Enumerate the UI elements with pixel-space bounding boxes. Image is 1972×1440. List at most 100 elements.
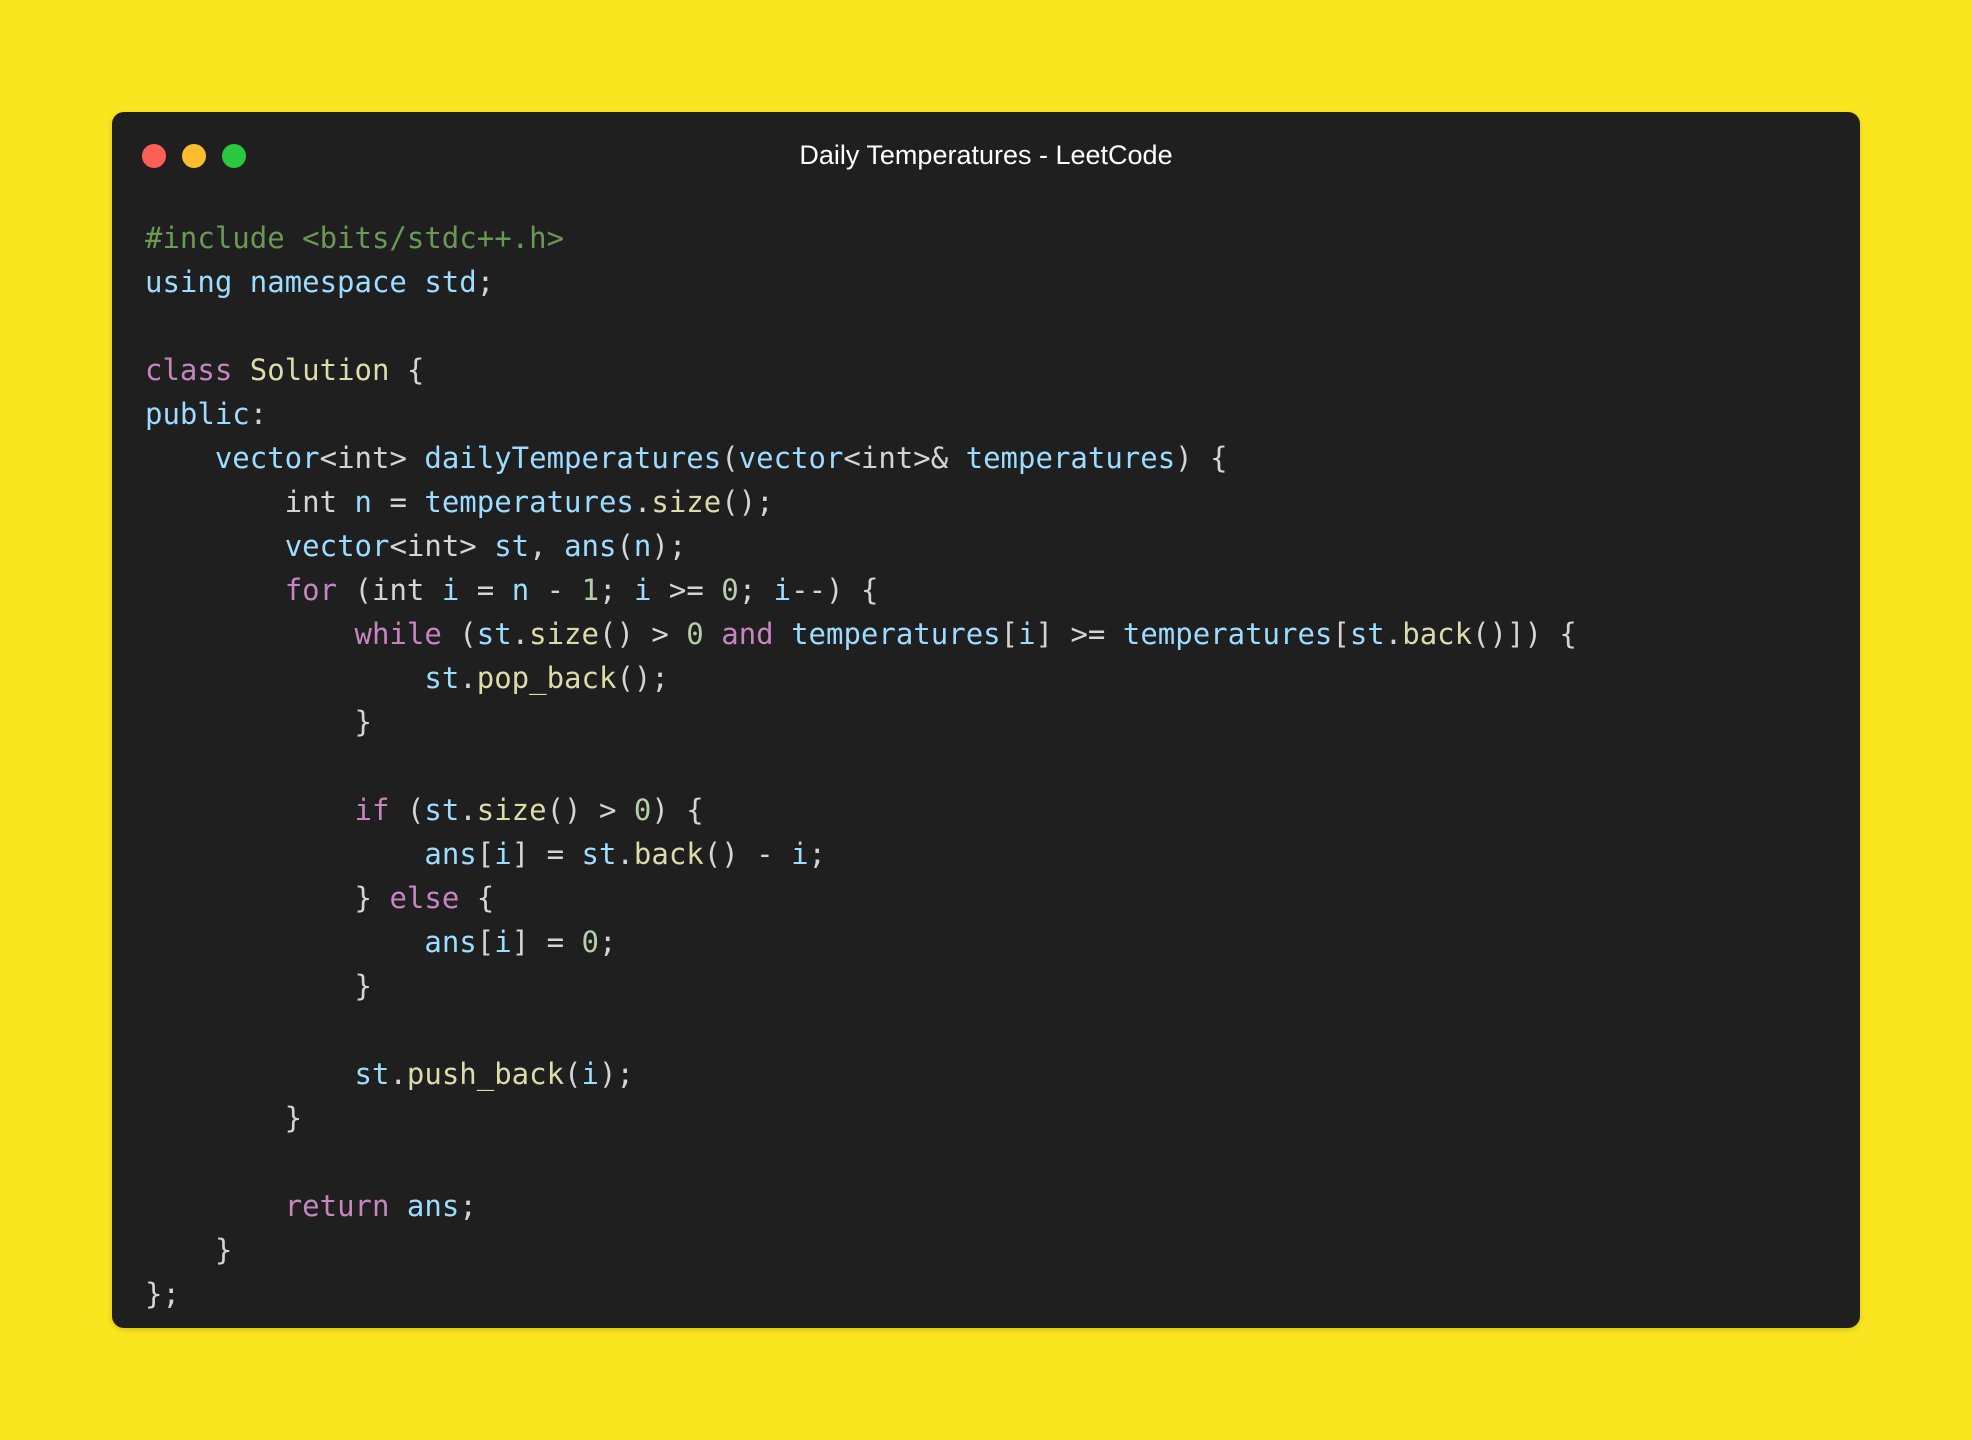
- code-identifier: st: [424, 661, 460, 695]
- code-number: 0: [686, 617, 704, 651]
- code-identifier: n: [511, 573, 530, 607]
- code-text: {: [389, 353, 425, 387]
- code-text: :: [249, 397, 268, 431]
- code-text: ();: [616, 661, 669, 695]
- code-identifier: i: [494, 837, 512, 871]
- code-identifier: i: [773, 573, 792, 607]
- code-identifier: ans: [564, 529, 617, 563]
- code-number: 0: [581, 925, 599, 959]
- code-number: 1: [581, 573, 600, 607]
- code-text: ;: [599, 573, 634, 607]
- code-line: }: [145, 700, 1577, 744]
- code-line: public:: [145, 392, 1577, 436]
- code-identifier: dailyTemperatures: [424, 441, 722, 475]
- code-identifier: st: [494, 529, 530, 563]
- code-text: }: [145, 1233, 233, 1267]
- code-line: using namespace std;: [145, 260, 1577, 304]
- code-text: <int>&: [843, 441, 966, 475]
- code-number: 0: [633, 793, 652, 827]
- code-text: () >: [546, 793, 634, 827]
- code-line: }: [145, 1096, 1577, 1140]
- code-text: (: [389, 793, 425, 827]
- code-identifier: ans: [424, 837, 477, 871]
- code-line: vector<int> dailyTemperatures(vector<int…: [145, 436, 1577, 480]
- code-identifier: temperatures: [965, 441, 1176, 475]
- code-function: size: [476, 793, 547, 827]
- code-text: ;: [808, 837, 827, 871]
- code-text: (: [616, 529, 634, 563]
- code-identifier: using namespace std: [145, 265, 477, 299]
- code-identifier: n: [354, 485, 372, 519]
- code-text: .: [633, 485, 652, 519]
- code-identifier: i: [441, 573, 460, 607]
- code-keyword: if: [354, 793, 390, 827]
- code-text: .: [389, 1057, 407, 1091]
- code-window: Daily Temperatures - LeetCode #include <…: [112, 112, 1860, 1328]
- code-text: }: [145, 881, 390, 915]
- code-function: back: [633, 837, 704, 871]
- code-text: ] >=: [1035, 617, 1123, 651]
- code-line: int n = temperatures.size();: [145, 480, 1577, 524]
- code-keyword: class: [145, 353, 250, 387]
- code-text: ) {: [1175, 441, 1228, 475]
- code-function: size: [651, 485, 722, 519]
- code-identifier: public: [145, 397, 250, 431]
- code-number: 0: [721, 573, 739, 607]
- code-text: .: [459, 661, 477, 695]
- code-text: [: [1332, 617, 1350, 651]
- code-line: if (st.size() > 0) {: [145, 788, 1577, 832]
- code-line: class Solution {: [145, 348, 1577, 392]
- code-text: (: [441, 617, 477, 651]
- code-line: } else {: [145, 876, 1577, 920]
- title-bar: Daily Temperatures - LeetCode: [112, 112, 1860, 198]
- code-keyword: and: [721, 617, 774, 651]
- code-text: };: [145, 1277, 180, 1311]
- code-text: }: [145, 705, 372, 739]
- code-identifier: vector: [738, 441, 844, 475]
- code-identifier: n: [633, 529, 652, 563]
- code-line: for (int i = n - 1; i >= 0; i--) {: [145, 568, 1577, 612]
- code-line: st.push_back(i);: [145, 1052, 1577, 1096]
- code-line: }: [145, 964, 1577, 1008]
- code-identifier: ans: [406, 1189, 460, 1223]
- code-text: ()]) {: [1472, 617, 1577, 651]
- code-keyword: for: [284, 573, 338, 607]
- code-function: Solution: [249, 353, 390, 387]
- code-function: pop_back: [476, 661, 617, 695]
- code-line: };: [145, 1272, 1577, 1316]
- code-text: --) {: [791, 573, 879, 607]
- code-comment: #include <bits/stdc++.h>: [145, 221, 565, 255]
- code-text: ] =: [511, 837, 582, 871]
- code-text: ();: [721, 485, 774, 519]
- code-keyword: else: [389, 881, 460, 915]
- code-identifier: i: [633, 573, 652, 607]
- code-identifier: st: [476, 617, 512, 651]
- code-line: ans[i] = st.back() - i;: [145, 832, 1577, 876]
- code-text: .: [616, 837, 634, 871]
- code-function: back: [1402, 617, 1473, 651]
- code-line: vector<int> st, ans(n);: [145, 524, 1577, 568]
- code-text: }: [145, 1101, 303, 1135]
- code-text: .: [1384, 617, 1403, 651]
- code-text: [: [1000, 617, 1019, 651]
- code-identifier: temperatures: [791, 617, 1001, 651]
- code-text: int: [145, 485, 355, 519]
- code-text: );: [651, 529, 687, 563]
- code-identifier: st: [424, 793, 460, 827]
- code-line: return ans;: [145, 1184, 1577, 1228]
- code-text: {: [459, 881, 495, 915]
- code-function: push_back: [406, 1057, 565, 1091]
- code-text: -: [529, 573, 582, 607]
